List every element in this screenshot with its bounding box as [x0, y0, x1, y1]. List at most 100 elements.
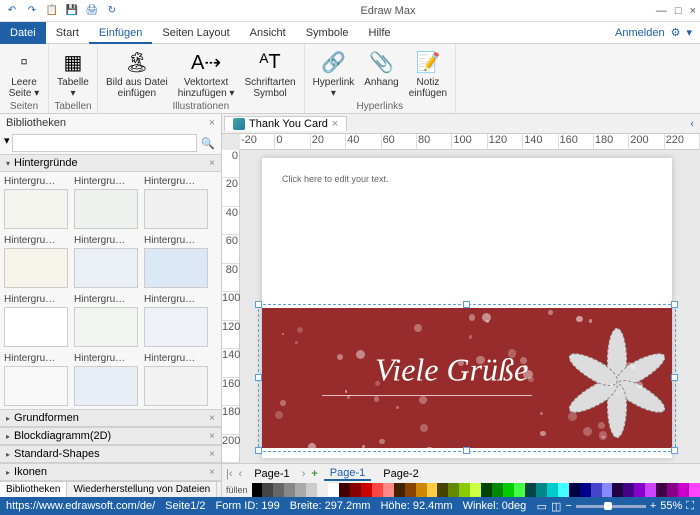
color-swatch[interactable]: [503, 483, 514, 497]
search-input[interactable]: [12, 134, 197, 152]
ribbon-button[interactable]: ▦Tabelle▾: [53, 46, 93, 101]
signin-link[interactable]: Anmelden: [615, 27, 665, 39]
save-icon[interactable]: 💾: [64, 3, 80, 19]
tab-start[interactable]: Start: [46, 22, 89, 44]
background-thumbnail[interactable]: [4, 248, 68, 288]
color-swatch[interactable]: [470, 483, 481, 497]
tab-view[interactable]: Ansicht: [240, 22, 296, 44]
color-swatch[interactable]: [602, 483, 613, 497]
redo-icon[interactable]: ↷: [24, 3, 40, 19]
ribbon-button[interactable]: 🔗Hyperlink▾: [309, 46, 359, 101]
page-tab-1a[interactable]: Page-1: [248, 468, 295, 480]
selection-handle[interactable]: [671, 301, 678, 308]
background-thumbnail[interactable]: [144, 189, 208, 229]
color-swatch[interactable]: [383, 483, 394, 497]
color-swatch[interactable]: [580, 483, 591, 497]
page-nav-next-icon[interactable]: ›: [302, 468, 306, 480]
color-swatch[interactable]: [339, 483, 350, 497]
close-category-icon[interactable]: ×: [209, 467, 215, 478]
color-swatch[interactable]: [569, 483, 580, 497]
close-category-icon[interactable]: ×: [209, 449, 215, 460]
color-swatch[interactable]: [284, 483, 295, 497]
selection-handle[interactable]: [671, 447, 678, 454]
color-swatch[interactable]: [361, 483, 372, 497]
category-header[interactable]: ▸Standard-Shapes×: [0, 445, 221, 463]
minimize-button[interactable]: —: [656, 5, 667, 17]
color-swatch[interactable]: [492, 483, 503, 497]
collapse-ribbon-icon[interactable]: ▾: [686, 26, 692, 39]
fullscreen-icon[interactable]: ⛶: [686, 500, 694, 513]
background-thumbnail[interactable]: [74, 189, 138, 229]
selection-handle[interactable]: [255, 447, 262, 454]
maximize-button[interactable]: □: [675, 5, 682, 17]
category-header[interactable]: ▾ Hintergründe ×: [0, 154, 221, 172]
category-header[interactable]: ▸Ikonen×: [0, 463, 221, 481]
background-thumbnail[interactable]: [74, 366, 138, 406]
color-swatch[interactable]: [514, 483, 525, 497]
background-thumbnail[interactable]: [74, 248, 138, 288]
color-swatch[interactable]: [678, 483, 689, 497]
color-swatch[interactable]: [273, 483, 284, 497]
page-nav-first-icon[interactable]: |‹: [226, 468, 233, 480]
fit-page-icon[interactable]: ◫: [551, 500, 561, 513]
selection-handle[interactable]: [255, 374, 262, 381]
zoom-slider[interactable]: [576, 505, 646, 508]
color-swatch[interactable]: [656, 483, 667, 497]
ribbon-button[interactable]: ▫LeereSeite ▾: [4, 46, 44, 101]
close-sidebar-icon[interactable]: ×: [209, 117, 215, 129]
color-swatch[interactable]: [295, 483, 306, 497]
tab-page-layout[interactable]: Seiten Layout: [152, 22, 239, 44]
background-thumbnail[interactable]: [4, 189, 68, 229]
selection-handle[interactable]: [463, 447, 470, 454]
color-swatch[interactable]: [689, 483, 700, 497]
close-category-icon[interactable]: ×: [209, 158, 215, 169]
background-thumbnail[interactable]: [4, 307, 68, 347]
color-swatch[interactable]: [328, 483, 339, 497]
selection-handle[interactable]: [255, 301, 262, 308]
undo-icon[interactable]: ↶: [4, 3, 20, 19]
color-swatch[interactable]: [558, 483, 569, 497]
ribbon-button[interactable]: ᴬTSchriftartenSymbol: [240, 46, 299, 101]
page[interactable]: Click here to edit your text. Viele Grüß…: [262, 158, 672, 458]
color-swatch[interactable]: [448, 483, 459, 497]
tab-insert[interactable]: Einfügen: [89, 22, 152, 44]
expand-panel-icon[interactable]: ‹: [684, 118, 700, 130]
color-swatch[interactable]: [623, 483, 634, 497]
background-thumbnail[interactable]: [74, 307, 138, 347]
tab-file[interactable]: Datei: [0, 22, 46, 44]
color-swatch[interactable]: [525, 483, 536, 497]
close-category-icon[interactable]: ×: [209, 413, 215, 424]
sidebar-tab-recovery[interactable]: Wiederherstellung von Dateien: [67, 482, 217, 497]
category-header[interactable]: ▸Blockdiagramm(2D)×: [0, 427, 221, 445]
add-page-icon[interactable]: +: [311, 468, 317, 480]
color-swatch[interactable]: [252, 483, 263, 497]
sidebar-tab-libraries[interactable]: Bibliotheken: [0, 482, 67, 497]
color-swatch[interactable]: [405, 483, 416, 497]
color-swatch[interactable]: [612, 483, 623, 497]
selection-handle[interactable]: [671, 374, 678, 381]
edit-hint-text[interactable]: Click here to edit your text.: [282, 174, 389, 184]
gear-icon[interactable]: ⚙: [671, 26, 681, 39]
ribbon-button[interactable]: A⇢Vektortexthinzufügen ▾: [174, 46, 239, 101]
background-thumbnail[interactable]: [144, 307, 208, 347]
color-swatch[interactable]: [416, 483, 427, 497]
page-nav-prev-icon[interactable]: ‹: [239, 468, 243, 480]
zoom-out-icon[interactable]: −: [565, 500, 571, 512]
canvas[interactable]: -20020406080100120140160180200220 020406…: [222, 134, 700, 463]
search-icon[interactable]: 🔍: [199, 134, 217, 152]
ribbon-button[interactable]: 📎Anhang: [360, 46, 402, 90]
ribbon-button[interactable]: 🏝Bild aus Dateieinfügen: [102, 46, 172, 101]
color-swatch[interactable]: [350, 483, 361, 497]
background-thumbnail[interactable]: [144, 366, 208, 406]
color-swatch[interactable]: [394, 483, 405, 497]
color-swatch[interactable]: [634, 483, 645, 497]
color-swatch[interactable]: [317, 483, 328, 497]
ribbon-button[interactable]: 📝Notizeinfügen: [405, 46, 451, 101]
color-swatch[interactable]: [306, 483, 317, 497]
close-document-icon[interactable]: ×: [332, 118, 338, 130]
document-tab[interactable]: Thank You Card ×: [224, 116, 347, 131]
tab-symbols[interactable]: Symbole: [296, 22, 359, 44]
color-swatch[interactable]: [481, 483, 492, 497]
print-icon[interactable]: 🖨: [84, 3, 100, 19]
color-swatch[interactable]: [536, 483, 547, 497]
